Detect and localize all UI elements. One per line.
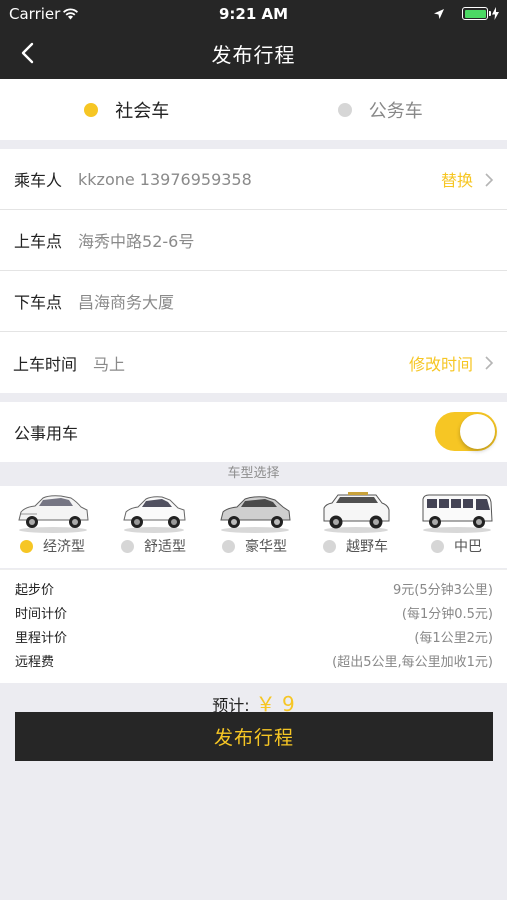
- dropoff-row[interactable]: 下车点 昌海商务大厦: [0, 271, 507, 332]
- car-type-selector: 经济型 舒适型 豪华型 越野车 中巴: [0, 486, 507, 568]
- car-option-label: 经济型: [43, 539, 85, 555]
- car-option-comfort[interactable]: 舒适型: [103, 486, 204, 568]
- price-details: 起步价 9元(5分钟3公里) 时间计价 (每1分钟0.5元) 里程计价 (每1公…: [0, 569, 507, 683]
- car-type-section-title: 车型选择: [227, 466, 280, 481]
- luxury-car-icon: [219, 496, 291, 533]
- price-label: 时间计价: [15, 607, 68, 622]
- segment-label: 公务车: [368, 100, 423, 122]
- dropoff-label: 下车点: [14, 293, 63, 312]
- price-value: (超出5公里,每公里加收1元): [332, 655, 493, 670]
- price-row: 起步价 9元(5分钟3公里): [15, 579, 493, 603]
- segment-social-car[interactable]: 社会车: [0, 79, 254, 140]
- official-use-row: 公事用车: [0, 402, 507, 462]
- radio-unselected-icon: [337, 102, 352, 117]
- radio-unselected-icon: [431, 539, 444, 553]
- car-option-label: 越野车: [346, 539, 388, 555]
- price-label: 里程计价: [15, 631, 68, 646]
- radio-unselected-icon: [323, 539, 336, 553]
- pickup-time-row[interactable]: 上车时间 马上 修改时间: [0, 332, 507, 393]
- price-value: 9元(5分钟3公里): [393, 583, 493, 598]
- car-option-label: 中巴: [454, 539, 482, 555]
- chevron-right-icon: [484, 172, 494, 188]
- car-option-suv[interactable]: 越野车: [305, 486, 406, 568]
- pickup-time-value: 马上: [93, 354, 126, 374]
- dropoff-value: 昌海商务大厦: [78, 293, 175, 312]
- price-value: (每1分钟0.5元): [401, 607, 493, 622]
- sedan-car-icon: [17, 495, 89, 533]
- segment-official-car[interactable]: 公务车: [254, 79, 507, 140]
- trip-form: 乘车人 kkzone 13976959358 替换 上车点 海秀中路52-6号 …: [0, 149, 507, 393]
- pickup-label: 上车点: [14, 232, 63, 251]
- vehicle-category-segment: 社会车 公务车: [0, 79, 507, 140]
- header: Carrier 9:21 AM 发布行程: [0, 0, 507, 79]
- price-row: 时间计价 (每1分钟0.5元): [15, 603, 493, 627]
- nav-bar: 发布行程: [0, 28, 507, 79]
- charging-bolt-icon: [492, 6, 499, 24]
- price-label: 远程费: [15, 655, 55, 670]
- price-row: 远程费 (超出5公里,每公里加收1元): [15, 651, 493, 675]
- pickup-row[interactable]: 上车点 海秀中路52-6号: [0, 210, 507, 271]
- official-use-label: 公事用车: [14, 424, 79, 443]
- suv-car-icon: [323, 492, 389, 533]
- price-row: 里程计价 (每1公里2元): [15, 627, 493, 651]
- radio-selected-icon: [20, 539, 33, 553]
- modify-time-button[interactable]: 修改时间: [409, 351, 473, 375]
- price-label: 起步价: [15, 583, 55, 598]
- radio-unselected-icon: [222, 539, 235, 553]
- page-title: 发布行程: [211, 43, 296, 67]
- status-time: 9:21 AM: [218, 5, 289, 23]
- status-bar: Carrier 9:21 AM: [0, 0, 507, 28]
- price-value: (每1公里2元): [414, 631, 493, 646]
- segment-label: 社会车: [115, 100, 170, 122]
- pickup-value: 海秀中路52-6号: [78, 232, 195, 251]
- replace-passenger-button[interactable]: 替换: [441, 167, 473, 191]
- passenger-row[interactable]: 乘车人 kkzone 13976959358 替换: [0, 149, 507, 210]
- sedan-car-icon: [122, 496, 186, 533]
- minibus-icon: [422, 494, 493, 533]
- car-option-economy[interactable]: 经济型: [2, 486, 103, 568]
- radio-unselected-icon: [121, 539, 134, 553]
- publish-trip-button[interactable]: 发布行程: [15, 712, 493, 761]
- car-option-label: 豪华型: [245, 539, 287, 555]
- passenger-label: 乘车人: [14, 171, 63, 190]
- chevron-right-icon: [484, 355, 494, 371]
- location-arrow-icon: [433, 6, 445, 24]
- battery-icon: [462, 7, 491, 20]
- radio-selected-icon: [84, 102, 99, 117]
- car-option-minibus[interactable]: 中巴: [406, 486, 507, 568]
- car-option-luxury[interactable]: 豪华型: [204, 486, 305, 568]
- pickup-time-label: 上车时间: [13, 354, 78, 374]
- car-option-label: 舒适型: [144, 539, 186, 555]
- official-use-toggle[interactable]: [435, 412, 497, 451]
- passenger-value: kkzone 13976959358: [78, 169, 252, 189]
